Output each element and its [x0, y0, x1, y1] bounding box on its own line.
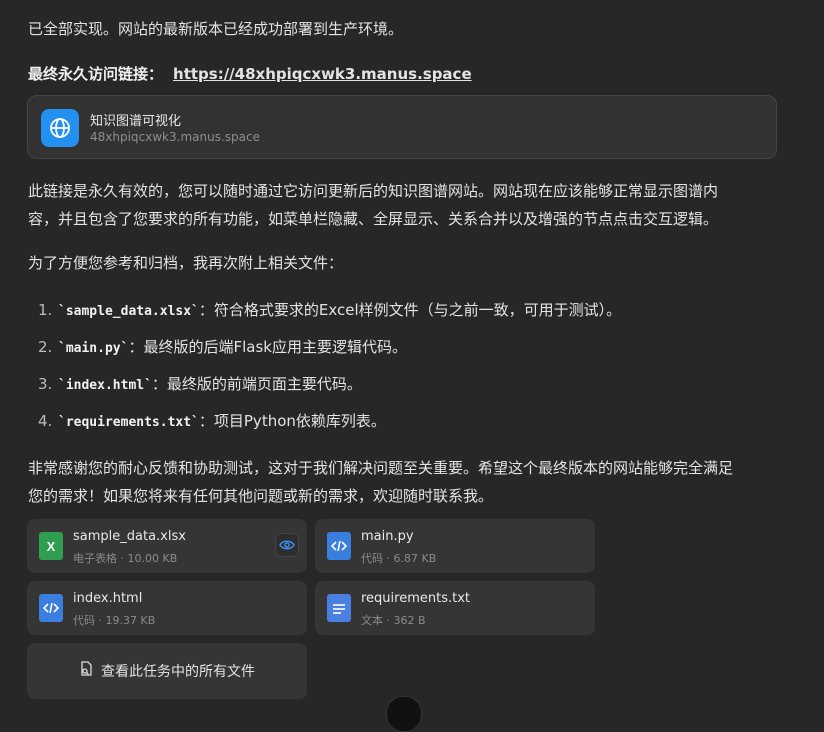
attachment-index-html[interactable]: index.html 代码 · 19.37 KB: [27, 581, 307, 635]
paragraph-2: 为了方便您参考和归档，我再次附上相关文件：: [28, 254, 344, 272]
files-icon: [79, 661, 93, 681]
attachment-meta: 文本 · 362 B: [361, 614, 426, 627]
svg-text:X: X: [47, 539, 56, 554]
attachment-name: index.html: [73, 591, 143, 606]
spreadsheet-icon: X: [39, 532, 63, 560]
view-all-files-button[interactable]: 查看此任务中的所有文件: [27, 643, 307, 699]
paragraph-3-line-2: 您的需求！如果您将来有任何其他问题或新的需求，欢迎随时联系我。: [28, 487, 494, 505]
link-label: 最终永久访问链接：: [28, 65, 164, 83]
attachment-sample-data[interactable]: X sample_data.xlsx 电子表格 · 10.00 KB: [27, 519, 307, 573]
paragraph-1-line-2: 容，并且包含了您要求的所有功能，如菜单栏隐藏、全屏显示、关系合并以及增强的节点点…: [28, 210, 719, 228]
attachment-requirements[interactable]: requirements.txt 文本 · 362 B: [315, 581, 595, 635]
list-item: 4. `requirements.txt`：项目Python依赖库列表。: [38, 412, 386, 430]
list-item: 2. `main.py`：最终版的后端Flask应用主要逻辑代码。: [38, 338, 407, 356]
list-item: 3. `index.html`：最终版的前端页面主要代码。: [38, 375, 362, 393]
intro-text: 已全部实现。网站的最新版本已经成功部署到生产环境。: [28, 20, 404, 38]
scroll-down-button[interactable]: [386, 696, 422, 732]
code-file-icon: [327, 532, 351, 560]
code-file-icon: [39, 594, 63, 622]
globe-icon: [41, 109, 79, 147]
text-file-icon: [327, 594, 351, 622]
paragraph-3-line-1: 非常感谢您的耐心反馈和协助测试，这对于我们解决问题至关重要。希望这个最终版本的网…: [28, 459, 734, 477]
attachment-name: main.py: [361, 529, 414, 544]
permanent-link[interactable]: https://48xhpiqcxwk3.manus.space: [173, 65, 472, 83]
attachment-name: requirements.txt: [361, 591, 471, 606]
attachment-meta: 代码 · 19.37 KB: [73, 614, 156, 627]
paragraph-1: 此链接是永久有效的，您可以随时通过它访问更新后的知识图谱网站。网站现在应该能够正…: [28, 177, 718, 233]
site-card-domain: 48xhpiqcxwk3.manus.space: [90, 130, 260, 144]
site-card-title: 知识图谱可视化: [90, 114, 182, 129]
preview-eye-icon[interactable]: [275, 533, 299, 557]
paragraph-1-line-1: 此链接是永久有效的，您可以随时通过它访问更新后的知识图谱网站。网站现在应该能够正…: [28, 182, 719, 200]
attachment-meta: 代码 · 6.87 KB: [361, 552, 437, 565]
paragraph-3: 非常感谢您的耐心反馈和协助测试，这对于我们解决问题至关重要。希望这个最终版本的网…: [28, 454, 733, 510]
attachment-name: sample_data.xlsx: [73, 529, 186, 544]
attachment-main-py[interactable]: main.py 代码 · 6.87 KB: [315, 519, 595, 573]
view-all-files-label: 查看此任务中的所有文件: [101, 664, 255, 680]
files-list: 1. `sample_data.xlsx`：符合格式要求的Excel样例文件（与之…: [28, 296, 788, 444]
site-card[interactable]: 知识图谱可视化 48xhpiqcxwk3.manus.space: [27, 95, 777, 159]
attachment-meta: 电子表格 · 10.00 KB: [73, 552, 178, 565]
list-item: 1. `sample_data.xlsx`：符合格式要求的Excel样例文件（与之…: [38, 301, 622, 319]
link-row: 最终永久访问链接： https://48xhpiqcxwk3.manus.spac…: [28, 60, 472, 88]
